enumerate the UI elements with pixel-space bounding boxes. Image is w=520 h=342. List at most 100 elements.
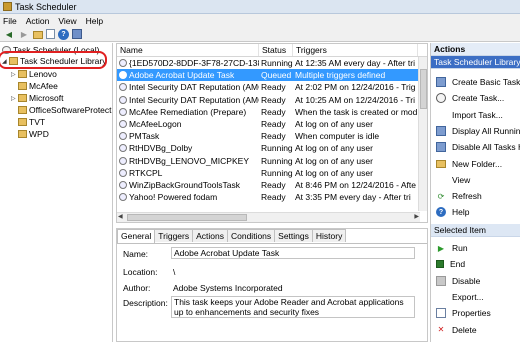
action-disable-all-tasks-hi[interactable]: Disable All Tasks Hi [431, 139, 520, 155]
task-clock-icon [119, 120, 127, 129]
action-properties[interactable]: Properties [431, 305, 520, 321]
toolbar: ◀ ▶ ? [0, 27, 520, 42]
show-action-pane-icon[interactable] [72, 29, 82, 39]
folder-icon [18, 106, 27, 114]
menu-help[interactable]: Help [86, 16, 103, 26]
tree-item-tvt[interactable]: TVT [11, 117, 45, 127]
action-label: Refresh [452, 191, 482, 202]
actions-section-selected-item[interactable]: Selected Item [431, 224, 520, 237]
table-row[interactable]: Intel Security DAT Reputation (AMC... Rea… [117, 94, 427, 106]
task-clock-icon [119, 132, 127, 141]
task-rows: {1ED570D2-8DDF-3F78-27CD-1385...RunningA… [117, 57, 427, 203]
tab-conditions[interactable]: Conditions [226, 229, 276, 242]
action-refresh[interactable]: ⟳ Refresh [431, 188, 520, 204]
tab-actions[interactable]: Actions [192, 229, 228, 242]
task-triggers-cell: At log on of any user [295, 143, 373, 154]
task-name-text: Adobe Acrobat Update Task [129, 70, 235, 81]
task-name-cell: RtHDVBg_LENOVO_MICPKEY [117, 156, 259, 166]
task-list-header: Name Status Triggers [117, 44, 427, 57]
action-end[interactable]: End [431, 256, 520, 272]
action-run[interactable]: ▶ Run [431, 240, 520, 256]
scrollbar-thumb[interactable] [420, 69, 427, 109]
action-display-all-running[interactable]: Display All Running [431, 123, 520, 139]
title-bar: Task Scheduler [0, 0, 520, 14]
task-name-cell: WinZipBackGroundToolsTask [117, 180, 259, 190]
tree-item-label: WPD [29, 129, 49, 139]
tab-general[interactable]: General [117, 229, 156, 243]
menu-file[interactable]: File [3, 16, 17, 26]
description-field[interactable]: This task keeps your Adobe Reader and Ac… [171, 296, 415, 318]
scroll-left-arrow-icon[interactable]: ◀ [118, 213, 123, 220]
action-import-task[interactable]: Import Task... [431, 107, 520, 123]
task-status-cell: Ready [261, 192, 286, 203]
actions-header: Actions [431, 43, 520, 56]
action-create-task[interactable]: Create Task... [431, 90, 520, 106]
table-row[interactable]: Intel Security DAT Reputation (AMC... Rea… [117, 81, 427, 93]
task-status-cell: Ready [261, 106, 286, 117]
collapsed-triangle-icon[interactable]: ▷ [11, 95, 18, 102]
help-icon[interactable]: ? [58, 28, 69, 40]
table-row[interactable]: Yahoo! Powered fodam Ready At 3:35 PM ever… [117, 191, 427, 203]
back-arrow-icon[interactable]: ◀ [3, 28, 15, 40]
run-icon: ▶ [437, 243, 445, 253]
properties-sheet-icon[interactable] [46, 29, 55, 39]
tree-item-officesoftwareprotect[interactable]: OfficeSoftwareProtect [11, 105, 112, 115]
tree-item-microsoft[interactable]: ▷ Microsoft [11, 93, 63, 103]
forward-arrow-icon[interactable]: ▶ [18, 28, 30, 40]
scroll-right-arrow-icon[interactable]: ▶ [414, 213, 419, 220]
show-hide-tree-icon[interactable] [33, 30, 43, 39]
task-triggers-cell: At log on of any user [295, 167, 373, 178]
tab-triggers[interactable]: Triggers [154, 229, 194, 242]
table-row[interactable]: McAfeeLogon Ready At log on of any user [117, 118, 427, 130]
table-row[interactable]: {1ED570D2-8DDF-3F78-27CD-1385...RunningA… [117, 57, 427, 69]
task-name-cell: Intel Security DAT Reputation (AMC... [117, 95, 259, 105]
column-header-triggers[interactable]: Triggers [293, 44, 418, 56]
folder-icon [18, 94, 27, 102]
scrollbar-thumb[interactable] [127, 214, 247, 221]
task-triggers-cell: Multiple triggers defined [295, 70, 386, 81]
tab-settings[interactable]: Settings [274, 229, 313, 242]
action-export[interactable]: Export... [431, 289, 520, 305]
tree-item-wpd[interactable]: WPD [11, 129, 49, 139]
menu-view[interactable]: View [58, 16, 76, 26]
action-create-basic-task[interactable]: Create Basic Task... [431, 74, 520, 90]
table-row[interactable]: RtHDVBg_LENOVO_MICPKEY Running At log on o… [117, 155, 427, 167]
tab-history[interactable]: History [311, 229, 347, 242]
task-scheduler-app-icon [3, 2, 12, 11]
task-status-cell: Ready [261, 94, 286, 105]
actions-section-library[interactable]: Task Scheduler Library [431, 56, 520, 69]
tree-item-lenovo[interactable]: ▷ Lenovo [11, 69, 57, 79]
action-delete[interactable]: ✕ Delete [431, 322, 520, 338]
tree-item-mcafee[interactable]: McAfee [11, 81, 58, 91]
table-row[interactable]: RTKCPL Running At log on of any user [117, 167, 427, 179]
name-field[interactable]: Adobe Acrobat Update Task [171, 247, 415, 259]
task-name-cell: Adobe Acrobat Update Task [117, 70, 259, 80]
action-new-folder[interactable]: New Folder... [431, 156, 520, 172]
task-name-text: McAfee Remediation (Prepare) [129, 106, 247, 117]
task-name-cell: Intel Security DAT Reputation (AMC... [117, 82, 259, 92]
table-row[interactable]: Adobe Acrobat Update Task Queued Multiple … [117, 69, 427, 82]
horizontal-scrollbar[interactable]: ◀ ▶ [117, 212, 420, 222]
task-name-text: Yahoo! Powered fodam [129, 192, 218, 203]
column-header-name[interactable]: Name [117, 44, 259, 56]
author-value: Adobe Systems Incorporated [173, 283, 283, 293]
location-label: Location: [123, 267, 158, 277]
task-clock-icon [119, 193, 127, 202]
table-row[interactable]: WinZipBackGroundToolsTask Ready At 8:46 PM… [117, 179, 427, 191]
table-row[interactable]: PMTask Ready When computer is idle [117, 130, 427, 142]
table-row[interactable]: RtHDVBg_Dolby Running At log on of any use… [117, 142, 427, 154]
callout-ring [0, 51, 107, 69]
column-header-status[interactable]: Status [259, 44, 293, 56]
table-row[interactable]: McAfee Remediation (Prepare) Ready When th… [117, 106, 427, 118]
basic-task-icon [436, 77, 446, 87]
vertical-scrollbar[interactable] [418, 57, 427, 211]
action-help[interactable]: ? Help [431, 204, 520, 220]
blank-icon [436, 292, 446, 302]
action-view[interactable]: View [431, 172, 520, 188]
action-disable[interactable]: Disable [431, 273, 520, 289]
end-icon [436, 260, 444, 269]
collapsed-triangle-icon[interactable]: ▷ [11, 71, 18, 78]
task-status-cell: Ready [261, 131, 286, 142]
menu-action[interactable]: Action [26, 16, 50, 26]
task-name-text: RtHDVBg_Dolby [129, 143, 193, 154]
